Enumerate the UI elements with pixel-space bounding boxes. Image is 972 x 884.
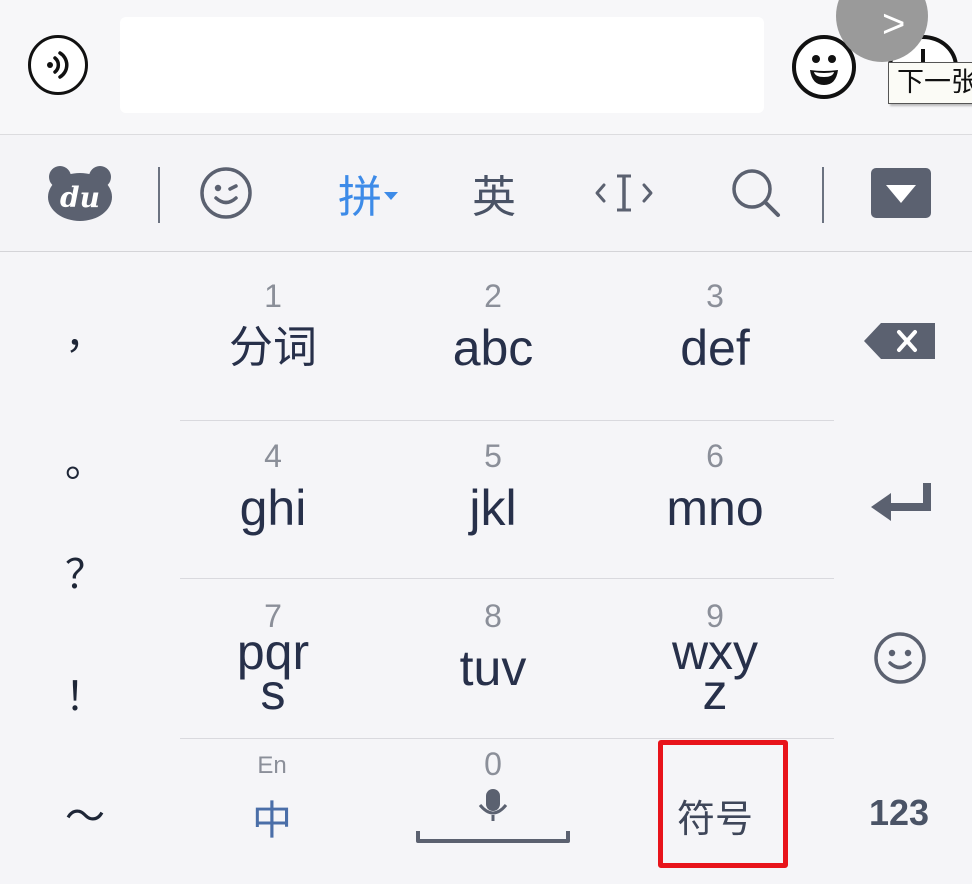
backspace-icon[interactable] (860, 314, 940, 368)
toolbar-divider (158, 167, 160, 223)
next-image-tooltip: 下一张 (888, 62, 972, 104)
key-number: 6 (706, 438, 724, 474)
key-number: 0 (484, 746, 502, 782)
key-number: 1 (264, 278, 282, 314)
key-9[interactable]: 9 wxy z (604, 580, 826, 738)
lang-en-label: En (257, 752, 287, 779)
cursor-move-icon[interactable] (590, 153, 658, 233)
emoji-smile-icon[interactable] (194, 153, 258, 233)
row-divider (180, 738, 834, 739)
punct-question-key[interactable]: ？ (40, 542, 130, 600)
punct-exclaim-key[interactable]: ！ (40, 664, 130, 722)
t9-keyboard: ， 。 ？ ！ ～ 1 分词 2 abc 3 def 4 ghi 5 jkl 6… (0, 252, 972, 884)
key-number: 2 (484, 278, 502, 314)
key-3[interactable]: 3 def (604, 260, 826, 418)
space-key[interactable]: 0 (408, 746, 578, 858)
key-label: 分词 (229, 322, 317, 373)
key-6[interactable]: 6 mno (604, 420, 826, 578)
collapse-keyboard-icon[interactable] (870, 153, 932, 233)
voice-input-icon[interactable] (28, 35, 88, 95)
input-bar: > 下一张 (0, 0, 972, 135)
key-2[interactable]: 2 abc (382, 260, 604, 418)
key-5[interactable]: 5 jkl (382, 420, 604, 578)
toolbar-divider (822, 167, 824, 223)
pinyin-label: 拼 (338, 172, 382, 223)
key-label: jkl (469, 480, 517, 536)
english-mode-button[interactable]: 英 (462, 153, 526, 233)
key-label: wxy z (671, 624, 759, 720)
key-label: ghi (239, 480, 307, 536)
lang-zh-label: 中 (252, 798, 292, 844)
key-label: tuv (459, 640, 527, 696)
numeric-keyboard-key[interactable]: 123 (846, 792, 952, 834)
keyboard-toolbar: du 拼 英 (0, 135, 972, 252)
chevron-right-icon: > (882, 2, 906, 46)
key-7[interactable]: 7 pqr s (162, 580, 384, 738)
key-label: mno (666, 480, 764, 536)
key-label: pqr s (236, 624, 310, 720)
microphone-icon (416, 789, 570, 843)
du-bear-logo-icon[interactable]: du (44, 153, 116, 233)
key-number: 5 (484, 438, 502, 474)
key-1[interactable]: 1 分词 (162, 260, 384, 418)
search-icon[interactable] (724, 153, 788, 233)
key-number: 8 (484, 598, 502, 634)
enter-icon[interactable] (860, 474, 940, 528)
punct-tilde-key[interactable]: ～ (40, 784, 130, 842)
key-label: def (680, 320, 750, 376)
emoji-panel-icon[interactable] (860, 628, 940, 688)
row-divider (180, 578, 834, 579)
punct-period-key[interactable]: 。 (40, 430, 130, 488)
language-switch-key[interactable]: En 中 (212, 748, 332, 858)
key-number: 4 (264, 438, 282, 474)
key-label: abc (452, 320, 534, 376)
svg-text:du: du (60, 181, 100, 214)
key-4[interactable]: 4 ghi (162, 420, 384, 578)
pinyin-mode-button[interactable]: 拼 (326, 153, 410, 233)
punct-comma-key[interactable]: ， (40, 302, 130, 360)
dropdown-caret-icon (384, 192, 398, 200)
highlight-annotation (658, 740, 788, 868)
message-text-field[interactable] (120, 17, 764, 113)
key-number: 3 (706, 278, 724, 314)
key-8[interactable]: 8 tuv (382, 580, 604, 738)
